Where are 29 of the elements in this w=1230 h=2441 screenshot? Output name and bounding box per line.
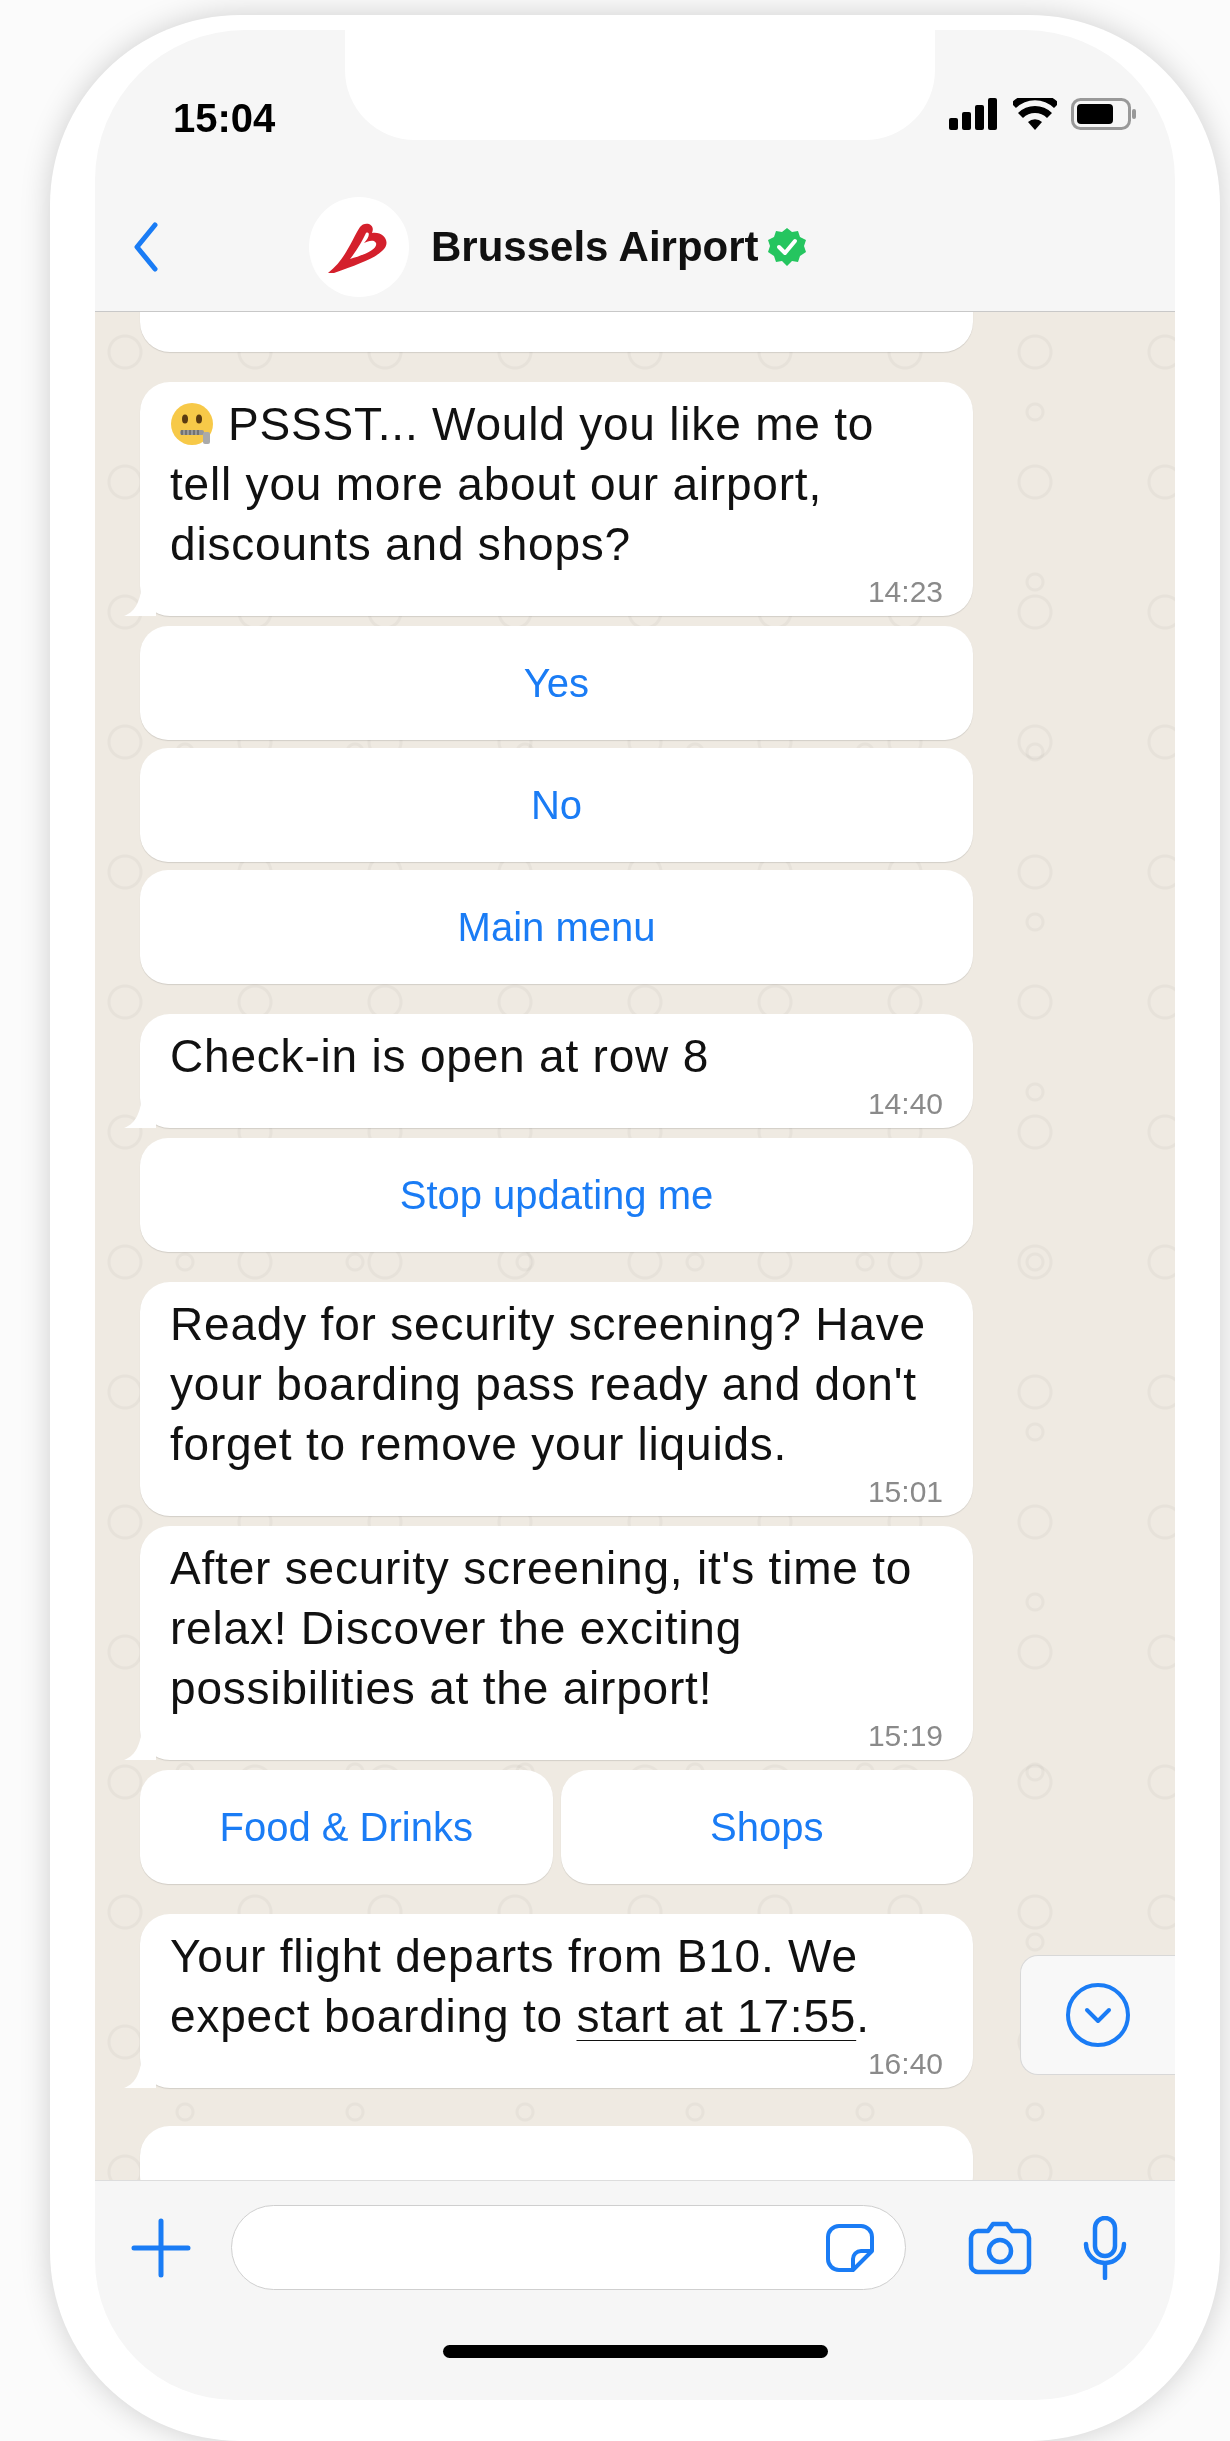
wifi-icon — [1013, 98, 1057, 130]
message-link[interactable]: start at 17:55 — [576, 1990, 857, 2042]
quick-reply-button[interactable]: No — [140, 748, 973, 862]
scroll-down-button[interactable] — [1020, 1955, 1175, 2075]
message-text: After security screening, it's time to relax! Discover the exciting possibilities at the airport! — [170, 1541, 914, 1716]
message-time: 15:01 — [867, 1476, 943, 1508]
message-time: 15:19 — [867, 1720, 943, 1752]
battery-icon — [1071, 98, 1137, 130]
microphone-icon[interactable] — [1082, 2215, 1128, 2280]
message-text: Ready for security screening? Have your boarding pass ready and don't forget to remove your liquids. — [170, 1297, 927, 1472]
message-time: 14:40 — [867, 1088, 943, 1120]
message-text: PSSST... Would you like me to tell you more about our airport, discounts and shops? — [170, 397, 876, 572]
back-icon[interactable] — [133, 221, 159, 272]
chat-title: Brussels Airport — [431, 222, 759, 271]
quick-reply-button[interactable]: Food & Drinks — [140, 1770, 553, 1884]
message-time: 14:23 — [867, 576, 943, 608]
quick-reply-button[interactable]: Yes — [140, 626, 973, 740]
status-time: 15:04 — [173, 98, 276, 138]
message-text: Check-in is open at row 8 — [170, 1029, 711, 1084]
chevron-down-icon — [1065, 1982, 1131, 2048]
plus-icon[interactable] — [131, 2217, 191, 2278]
quick-reply-button[interactable]: Main menu — [140, 870, 973, 984]
quick-reply-button[interactable]: Stop updating me — [140, 1138, 973, 1252]
camera-icon[interactable] — [968, 2220, 1032, 2275]
message-time: 16:40 — [867, 2048, 943, 2080]
signal-icon — [949, 98, 999, 130]
sticker-icon[interactable] — [825, 2222, 875, 2273]
quick-reply-button[interactable]: Shops — [560, 1770, 973, 1884]
message-text: Your flight departs from B10. We expect boarding to start at 17:55. — [170, 1929, 871, 2044]
